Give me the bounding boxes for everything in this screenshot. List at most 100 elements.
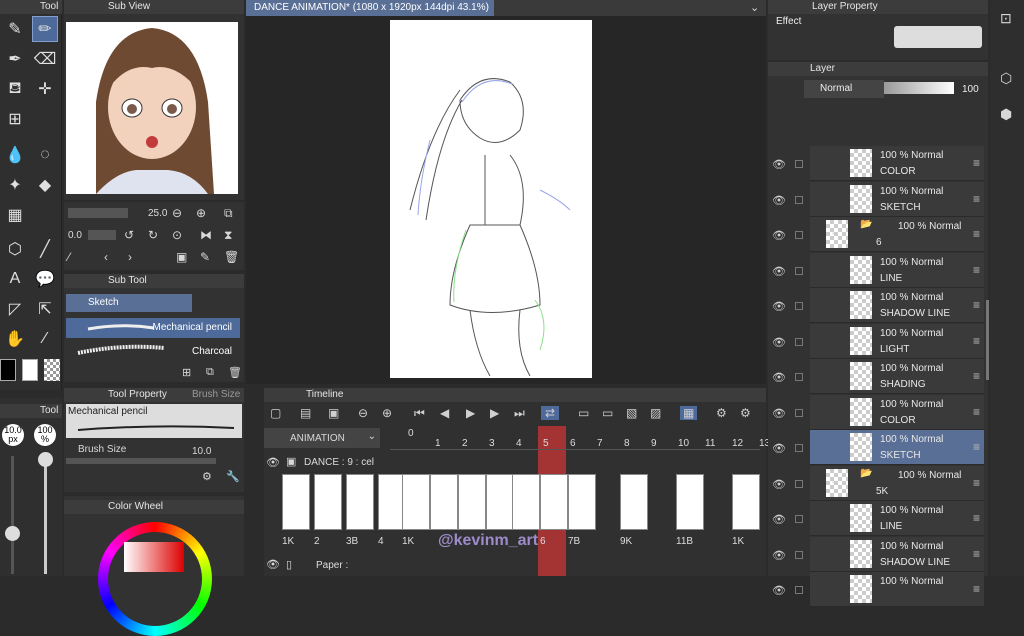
bucket-tool-icon[interactable]: ◆ [32,172,58,198]
edit-icon[interactable]: ✎ [200,250,210,264]
brush-size-field[interactable]: 10.0 [192,446,211,457]
sub-tool-group-tab[interactable]: Sketch [66,294,192,312]
zoom-in-icon[interactable]: ⊕ [196,206,206,220]
reset-rotation-icon[interactable]: ⊙ [172,228,182,242]
transparent-color-swatch[interactable] [44,359,60,381]
animation-cel-thumbnail[interactable] [732,474,760,530]
animation-cel-thumbnail[interactable] [540,474,568,530]
layer-row[interactable]: 100 % Normal LIGHT ≡ [810,324,984,359]
balloon-tool-icon[interactable]: 💬 [32,266,58,292]
brush-size-tab[interactable]: Brush Size [192,388,240,402]
layer-handle-icon[interactable]: ≡ [973,405,980,419]
layer-row[interactable]: 100 % Normal SHADING ≡ [810,359,984,394]
animation-cel-thumbnail[interactable] [346,474,374,530]
edit-timeline-icon[interactable]: ▣ [328,406,339,420]
text-tool-icon[interactable]: A [2,266,28,292]
layer-row[interactable]: 100 % Normal LINE ≡ [810,253,984,288]
layer-visibility-eye-icon[interactable]: 👁 [772,584,786,597]
layer-visibility-eye-icon[interactable]: 👁 [772,300,786,313]
layer-handle-icon[interactable]: ≡ [973,334,980,348]
layer-visibility-eye-icon[interactable]: 👁 [772,442,786,455]
lasso-tool-icon[interactable]: ◌ [32,142,58,168]
layer-handle-icon[interactable]: ≡ [973,582,980,596]
layer-row[interactable]: 100 % Normal COLOR ≡ [810,146,984,181]
timeline-keyframe-icon[interactable]: ⚙ [740,406,751,420]
pencil-tool-icon[interactable]: ✏ [32,16,58,42]
loop-icon[interactable]: ⇄ [541,406,560,420]
rotate-left-icon[interactable]: ↺ [124,228,134,242]
zoom-out-timeline-icon[interactable]: ⊖ [358,406,368,420]
flip-vertical-icon[interactable]: ⧗ [224,228,232,243]
timeline-settings-icon[interactable]: ▤ [300,406,311,420]
layer-visibility-eye-icon[interactable]: 👁 [772,513,786,526]
opacity-slider-track[interactable] [44,456,47,574]
copy-sub-tool-icon[interactable]: ⧉ [206,366,214,379]
layer-visibility-eye-icon[interactable]: 👁 [772,194,786,207]
sub-tool-item-mechanical-pencil[interactable]: Mechanical pencil [66,318,240,338]
layer-lock-checkbox[interactable] [795,409,803,417]
new-cel-icon[interactable]: ▭ [578,406,589,420]
move-tool-icon[interactable]: ✛ [32,76,58,102]
frame-number[interactable]: 11 [705,438,715,449]
layer-opacity-value[interactable]: 100 [962,84,979,95]
document-tab[interactable]: DANCE ANIMATION* (1080 x 1920px 144dpi 4… [246,0,494,16]
frame-number[interactable]: 8 [624,438,630,449]
layer-handle-icon[interactable]: ≡ [973,440,980,454]
layer-opacity-slider[interactable] [884,82,954,94]
layer-handle-icon[interactable]: ≡ [973,227,980,241]
image-icon[interactable]: ▣ [176,250,187,264]
layer-handle-icon[interactable]: ≡ [973,476,980,490]
layer-handle-icon[interactable]: ≡ [973,298,980,312]
folder-expand-chevron-icon[interactable]: ⌄ [830,225,839,238]
flip-horizontal-icon[interactable]: ⧓ [200,228,212,242]
track-visibility-eye-icon[interactable]: 👁 [266,456,280,469]
hand-tool-icon[interactable]: ✋ [2,326,28,352]
frame-number[interactable]: 7 [597,438,603,449]
animation-cel-thumbnail[interactable] [620,474,648,530]
new-timeline-icon[interactable]: ▢ [270,406,281,420]
layer-lock-checkbox[interactable] [795,302,803,310]
animation-cel-thumbnail[interactable] [402,474,430,530]
frame-number[interactable]: 6 [570,438,576,449]
layer-property-icon[interactable]: ⊡ [1000,10,1012,27]
zoom-slider[interactable] [68,208,128,218]
rotate-right-icon[interactable]: ↻ [148,228,158,242]
prev-icon[interactable]: ‹ [104,250,108,264]
sub-tool-item-charcoal[interactable]: Charcoal [66,340,240,360]
fit-view-icon[interactable]: ⧉ [224,206,233,221]
layer-stack-icon[interactable]: ⬡ [1000,70,1012,87]
gradient-tool-icon[interactable]: ▦ [2,202,28,228]
layer-lock-checkbox[interactable] [795,231,803,239]
folder-expand-chevron-icon[interactable]: ⌄ [830,474,839,487]
prev-frame-icon[interactable]: ◀ [440,406,449,420]
frame-number[interactable]: 9 [651,438,657,449]
layer-visibility-eye-icon[interactable]: 👁 [772,478,786,491]
layer-row[interactable]: 100 % Normal ≡ [810,572,984,607]
layer-visibility-eye-icon[interactable]: 👁 [772,371,786,384]
layer-row[interactable]: 100 % Normal SKETCH ≡ [810,430,984,465]
animation-cel-thumbnail[interactable] [568,474,596,530]
material-icon[interactable]: ⬢ [1000,106,1012,123]
frame-number[interactable]: 0 [408,428,414,439]
animation-cel-thumbnail[interactable] [458,474,486,530]
layer-lock-checkbox[interactable] [795,373,803,381]
layer-visibility-eye-icon[interactable]: 👁 [772,229,786,242]
frame-number[interactable]: 3 [489,438,495,449]
layer-scrollbar[interactable] [986,300,989,380]
layer-visibility-eye-icon[interactable]: 👁 [772,336,786,349]
figure-tool-icon[interactable]: ⬡ [2,236,28,262]
delete-sub-tool-icon[interactable]: 🗑 [228,366,242,379]
animation-cel-thumbnail[interactable] [486,474,514,530]
layer-row[interactable]: 100 % Normal COLOR ≡ [810,395,984,430]
layer-visibility-eye-icon[interactable]: 👁 [772,265,786,278]
layer-lock-checkbox[interactable] [795,267,803,275]
show-cel-icon[interactable]: ▦ [680,406,698,420]
marker-tool-icon[interactable]: ✒ [2,46,28,72]
layer-lock-checkbox[interactable] [795,444,803,452]
sub-color-swatch[interactable] [22,359,38,381]
color-saturation-square[interactable] [124,542,184,572]
layer-lock-checkbox[interactable] [795,338,803,346]
layer-visibility-eye-icon[interactable]: 👁 [772,549,786,562]
layer-handle-icon[interactable]: ≡ [973,156,980,170]
layer-lock-checkbox[interactable] [795,586,803,594]
